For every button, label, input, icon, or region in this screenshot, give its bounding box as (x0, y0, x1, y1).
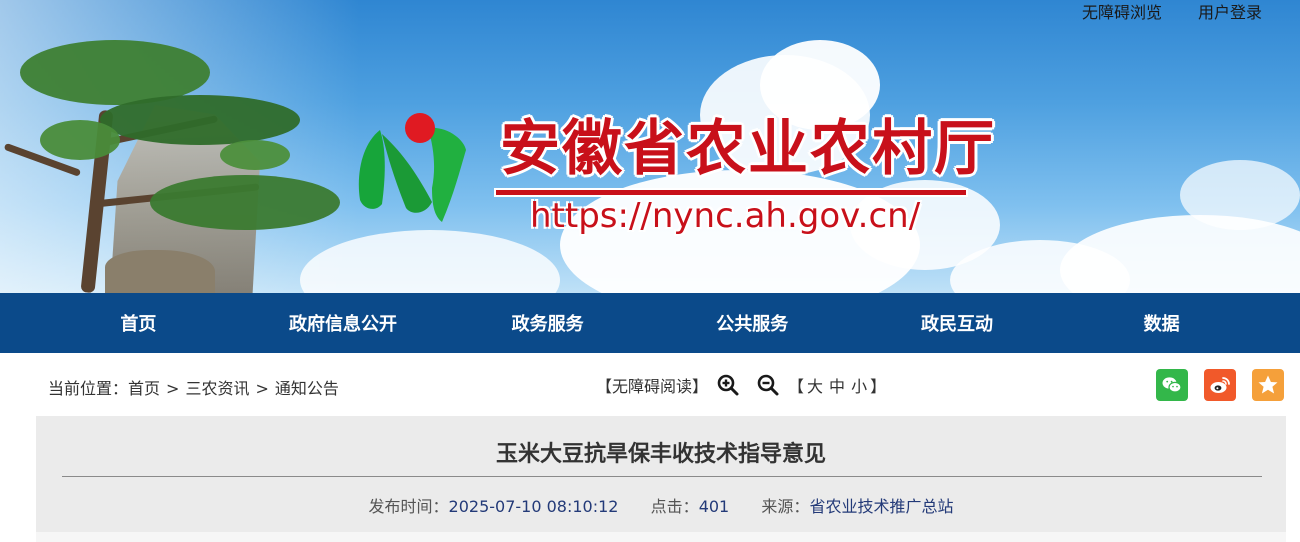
title-divider (62, 476, 1262, 477)
department-logo (358, 113, 466, 222)
wechat-share-button[interactable] (1156, 369, 1188, 401)
nav-item-home[interactable]: 首页 (38, 310, 238, 336)
click-count: 401 (698, 497, 730, 516)
content-area-edge (36, 532, 1286, 542)
nav-item-public-services[interactable]: 公共服务 (652, 310, 852, 336)
weibo-share-button[interactable] (1204, 369, 1236, 401)
share-buttons (1156, 369, 1284, 401)
user-login-link[interactable]: 用户登录 (1198, 2, 1262, 24)
clicks-label: 点击： (650, 497, 699, 516)
pine-foliage (40, 120, 120, 160)
nav-item-interaction[interactable]: 政民互动 (857, 310, 1057, 336)
zoom-in-icon[interactable] (716, 373, 740, 397)
accessible-browse-link[interactable]: 无障碍浏览 (1082, 2, 1162, 24)
breadcrumb-notices[interactable]: 通知公告 (275, 379, 339, 398)
breadcrumb-separator: > (166, 379, 180, 398)
main-nav: 首页 政府信息公开 政务服务 公共服务 政民互动 数据 (0, 293, 1300, 353)
reading-tools: 【无障碍阅读】 【 大 中 小 】 (596, 373, 886, 397)
breadcrumb: 当前位置：首页 > 三农资讯 > 通知公告 (48, 375, 339, 399)
publish-time-label: 发布时间： (368, 497, 449, 516)
font-size-small[interactable]: 小 (851, 373, 867, 397)
rock-illustration (105, 250, 215, 293)
pine-foliage (150, 175, 340, 230)
nav-item-gov-services[interactable]: 政务服务 (448, 310, 648, 336)
font-size-bracket-close: 】 (870, 377, 887, 396)
site-banner: 安徽省农业农村厅 https://nync.ah.gov.cn/ 无障碍浏览 用… (0, 0, 1300, 293)
site-url: https://nync.ah.gov.cn/ (530, 196, 921, 236)
title-underline (496, 190, 966, 195)
nav-item-data[interactable]: 数据 (1062, 310, 1262, 336)
favorite-button[interactable] (1252, 369, 1284, 401)
article-header: 玉米大豆抗旱保丰收技术指导意见 发布时间：2025-07-10 08:10:12… (36, 416, 1286, 532)
font-size-medium[interactable]: 中 (829, 373, 845, 397)
site-title: 安徽省农业农村厅 (500, 114, 996, 184)
source-label: 来源： (761, 497, 810, 516)
font-size-large[interactable]: 大 (807, 373, 823, 397)
article-meta: 发布时间：2025-07-10 08:10:12 点击：401 来源：省农业技术… (36, 493, 1286, 517)
favorite-icon (1258, 375, 1278, 394)
article-toolbar: 当前位置：首页 > 三农资讯 > 通知公告 【无障碍阅读】 【 大 中 小 】 (0, 353, 1300, 416)
article-title: 玉米大豆抗旱保丰收技术指导意见 (495, 442, 826, 467)
top-links: 无障碍浏览 用户登录 (1082, 2, 1262, 24)
weibo-icon (1210, 377, 1230, 393)
breadcrumb-home[interactable]: 首页 (128, 379, 160, 398)
cloud (1180, 160, 1300, 230)
wechat-icon (1162, 377, 1182, 393)
breadcrumb-prefix: 当前位置： (48, 379, 129, 398)
pine-foliage (100, 95, 300, 145)
zoom-out-icon[interactable] (756, 373, 780, 397)
font-size-bracket-open: 【 (788, 377, 805, 396)
breadcrumb-news[interactable]: 三农资讯 (185, 379, 249, 398)
breadcrumb-separator: > (255, 379, 269, 398)
pine-foliage (220, 140, 290, 170)
accessible-reading-button[interactable]: 【无障碍阅读】 (596, 373, 708, 397)
publish-time: 2025-07-10 08:10:12 (448, 497, 619, 516)
article-source: 省农业技术推广总站 (809, 497, 954, 516)
nav-item-gov-info[interactable]: 政府信息公开 (243, 310, 443, 336)
